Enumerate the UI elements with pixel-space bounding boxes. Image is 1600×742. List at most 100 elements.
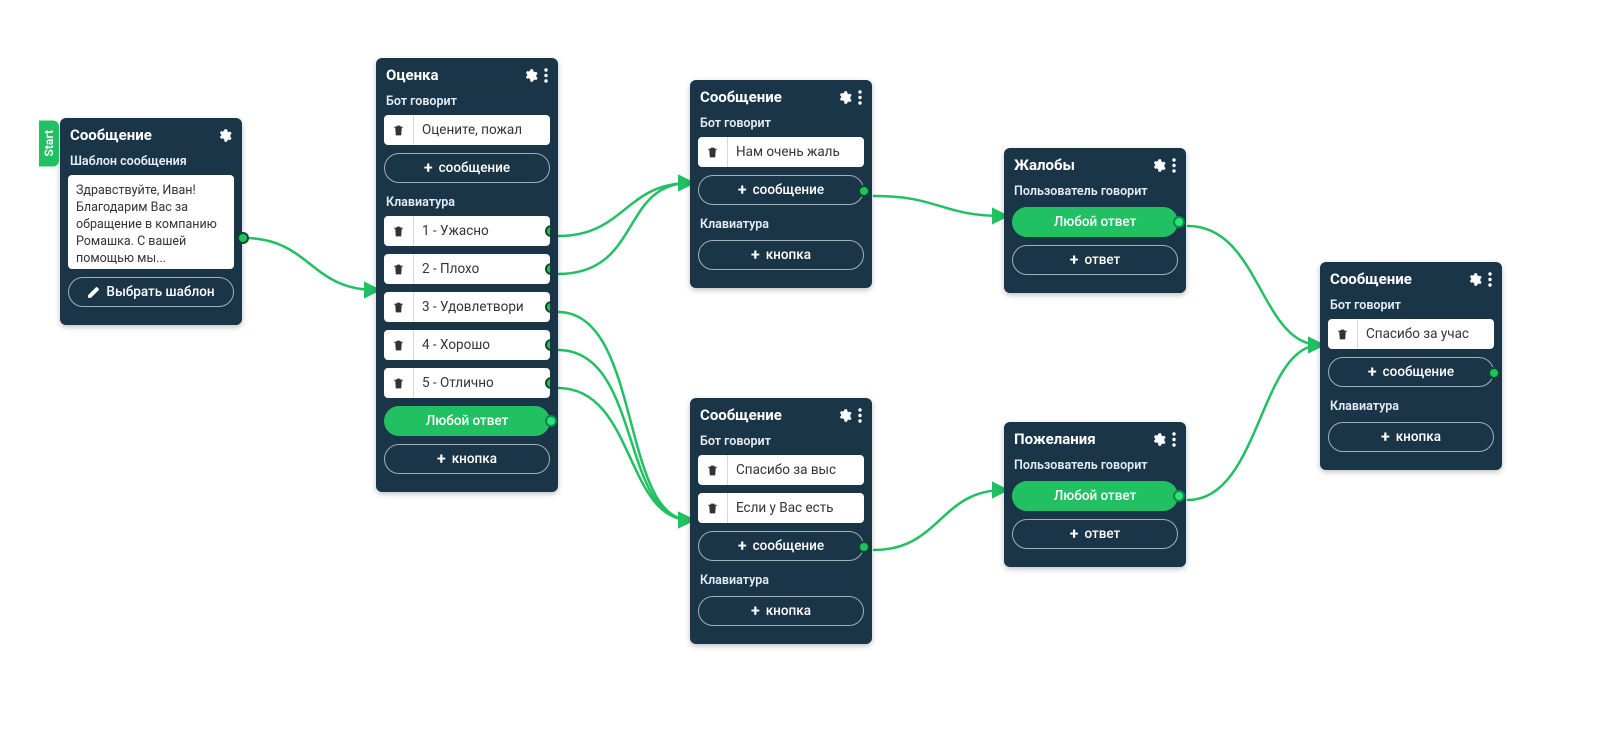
output-port[interactable] [1173,490,1185,502]
trash-icon[interactable] [698,455,728,485]
add-button-label: кнопка [1396,429,1441,445]
node-message-final[interactable]: Сообщение Бот говорит Спасибо за учас + … [1320,262,1502,470]
trash-icon[interactable] [384,254,414,284]
output-port[interactable] [1488,367,1500,379]
bot-says-label: Бот говорит [698,430,864,455]
gear-icon[interactable] [1467,272,1482,287]
add-button-button[interactable]: + кнопка [698,596,864,626]
add-button-button[interactable]: + кнопка [384,444,550,474]
gear-icon[interactable] [217,128,232,143]
node-title: Сообщение [700,406,782,424]
message-text: Если у Вас есть [728,500,864,516]
node-message-sorry[interactable]: Сообщение Бот говорит Нам очень жаль + с… [690,80,872,288]
add-answer-label: ответ [1084,252,1120,268]
add-answer-button[interactable]: + ответ [1012,519,1178,549]
user-says-label: Пользователь говорит [1012,180,1178,205]
node-title: Сообщение [70,126,152,144]
add-answer-button[interactable]: + ответ [1012,245,1178,275]
more-icon[interactable] [1488,272,1492,287]
button-text: 3 - Удовлетвори [414,299,550,315]
add-message-button[interactable]: + сообщение [698,175,864,205]
bot-says-label: Бот говорит [1328,294,1494,319]
any-answer-button[interactable]: Любой ответ [1012,481,1178,511]
keyboard-button-row[interactable]: 1 - Ужасно [384,216,550,246]
keyboard-button-row[interactable]: 3 - Удовлетвори [384,292,550,322]
any-answer-label: Любой ответ [1054,214,1137,230]
any-answer-button[interactable]: Любой ответ [1012,207,1178,237]
add-button-button[interactable]: + кнопка [1328,422,1494,452]
button-text: 4 - Хорошо [414,337,550,353]
add-message-button[interactable]: + сообщение [698,531,864,561]
more-icon[interactable] [1172,158,1176,173]
output-port[interactable] [545,263,550,275]
plus-icon: + [1070,526,1079,542]
gear-icon[interactable] [837,90,852,105]
trash-icon[interactable] [384,368,414,398]
trash-icon[interactable] [698,137,728,167]
add-message-button[interactable]: + сообщение [384,153,550,183]
output-port[interactable] [545,339,550,351]
plus-icon: + [1070,252,1079,268]
any-answer-button[interactable]: Любой ответ [384,406,550,436]
plus-icon: + [437,451,446,467]
keyboard-button-row[interactable]: 5 - Отлично [384,368,550,398]
flow-canvas[interactable]: Start Сообщение Шаблон сообщения Здравст… [0,0,1600,742]
output-port[interactable] [545,225,550,237]
keyboard-button-row[interactable]: 4 - Хорошо [384,330,550,360]
plus-icon: + [738,182,747,198]
keyboard-label: Клавиатура [698,213,864,238]
gear-icon[interactable] [837,408,852,423]
output-port[interactable] [545,301,550,313]
node-complaints[interactable]: Жалобы Пользователь говорит Любой ответ … [1004,148,1186,293]
add-button-button[interactable]: + кнопка [698,240,864,270]
output-port[interactable] [858,541,870,553]
add-answer-label: ответ [1084,526,1120,542]
trash-icon[interactable] [384,115,414,145]
trash-icon[interactable] [384,330,414,360]
keyboard-label: Клавиатура [384,191,550,216]
gear-icon[interactable] [523,68,538,83]
node-message-start[interactable]: Сообщение Шаблон сообщения Здравствуйте,… [60,118,242,325]
output-port[interactable] [237,232,249,244]
message-text: Оцените, пожал [414,122,550,138]
plus-icon: + [751,247,760,263]
trash-icon[interactable] [698,493,728,523]
add-button-label: кнопка [452,451,497,467]
more-icon[interactable] [858,90,862,105]
trash-icon[interactable] [384,292,414,322]
gear-icon[interactable] [1151,158,1166,173]
node-title: Сообщение [1330,270,1412,288]
message-text: Спасибо за выс [728,462,864,478]
more-icon[interactable] [544,68,548,83]
keyboard-label: Клавиатура [698,569,864,594]
output-port[interactable] [858,185,870,197]
more-icon[interactable] [1172,432,1176,447]
button-text: 5 - Отлично [414,375,550,391]
more-icon[interactable] [858,408,862,423]
trash-icon[interactable] [384,216,414,246]
message-row[interactable]: Оцените, пожал [384,115,550,145]
add-button-label: кнопка [766,247,811,263]
message-row[interactable]: Спасибо за выс [698,455,864,485]
message-row[interactable]: Если у Вас есть [698,493,864,523]
plus-icon: + [1381,429,1390,445]
template-section-label: Шаблон сообщения [68,150,234,175]
node-wishes[interactable]: Пожелания Пользователь говорит Любой отв… [1004,422,1186,567]
trash-icon[interactable] [1328,319,1358,349]
plus-icon: + [1368,364,1377,380]
keyboard-button-row[interactable]: 2 - Плохо [384,254,550,284]
message-row[interactable]: Спасибо за учас [1328,319,1494,349]
message-row[interactable]: Нам очень жаль [698,137,864,167]
plus-icon: + [424,160,433,176]
template-preview: Здравствуйте, Иван! Благодарим Вас за об… [68,175,234,269]
node-message-thanks[interactable]: Сообщение Бот говорит Спасибо за выс Есл… [690,398,872,644]
output-port[interactable] [545,377,550,389]
message-text: Нам очень жаль [728,144,864,160]
choose-template-label: Выбрать шаблон [106,284,214,300]
add-message-button[interactable]: + сообщение [1328,357,1494,387]
node-rating[interactable]: Оценка Бот говорит Оцените, пожал + сооб… [376,58,558,492]
choose-template-button[interactable]: Выбрать шаблон [68,277,234,307]
output-port[interactable] [545,415,557,427]
output-port[interactable] [1173,216,1185,228]
gear-icon[interactable] [1151,432,1166,447]
